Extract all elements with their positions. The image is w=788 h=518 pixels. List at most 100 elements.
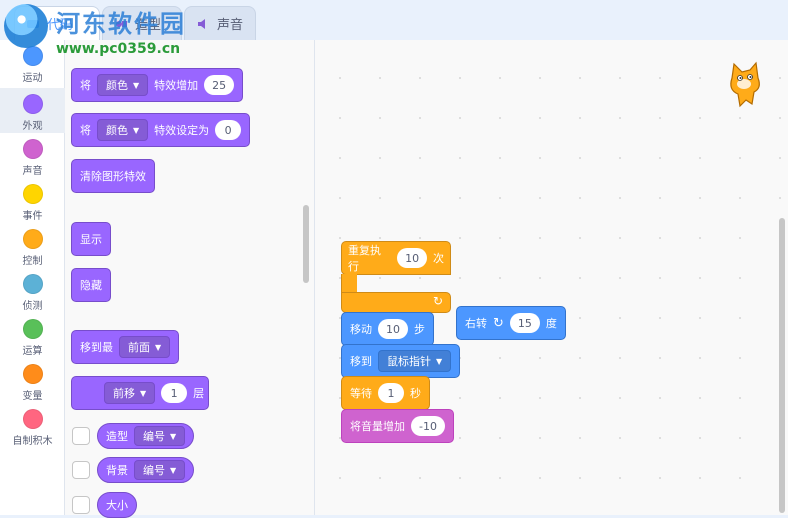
- costume-reporter[interactable]: 造型 编号 ▼: [97, 423, 195, 449]
- loop-arrow-icon: ↻: [432, 294, 443, 308]
- category-looks[interactable]: 外观: [0, 88, 65, 133]
- go-to-layer-block[interactable]: 移到最 前面 ▼: [71, 330, 180, 364]
- block-text: 层: [193, 387, 205, 400]
- reporter-text: 大小: [106, 499, 128, 512]
- block-text: 秒: [410, 387, 421, 400]
- go-layers-block[interactable]: 前移 ▼ 1 层: [71, 376, 209, 410]
- effect-dropdown[interactable]: 颜色 ▼: [97, 119, 149, 141]
- watermark-logo-icon: [4, 4, 48, 48]
- looks-color-icon: [22, 94, 43, 114]
- backdrop-option-dropdown[interactable]: 编号 ▼: [134, 460, 186, 480]
- block-text: 特效增加: [154, 79, 199, 92]
- backdrop-reporter[interactable]: 背景 编号 ▼: [97, 457, 195, 483]
- category-label: 自制积木: [12, 436, 53, 447]
- reporter-text: 造型: [106, 430, 128, 443]
- repeat-count-input[interactable]: 10: [397, 248, 427, 268]
- seconds-input[interactable]: 1: [378, 383, 404, 403]
- variables-color-icon: [22, 364, 43, 384]
- workspace-scrollbar[interactable]: [779, 218, 785, 513]
- number-input[interactable]: 25: [204, 75, 235, 95]
- caret-down-icon: ▼: [436, 356, 443, 366]
- dropdown-value: 前面: [128, 341, 150, 354]
- go-to-block[interactable]: 移到 鼠标指针 ▼: [341, 344, 461, 378]
- category-label: 运动: [22, 73, 43, 84]
- costume-option-dropdown[interactable]: 编号 ▼: [134, 426, 186, 446]
- block-text: 步: [414, 323, 425, 336]
- watermark-url: www.pc0359.cn: [56, 41, 181, 57]
- number-input[interactable]: 0: [215, 120, 242, 140]
- layer-direction-dropdown[interactable]: 前移 ▼: [104, 382, 156, 404]
- turn-right-block[interactable]: 右转 ↻ 15 度: [456, 306, 566, 340]
- caret-down-icon: ▼: [170, 465, 177, 475]
- layer-dropdown[interactable]: 前面 ▼: [119, 336, 171, 358]
- operators-color-icon: [22, 319, 43, 339]
- category-control[interactable]: 控制: [0, 223, 65, 268]
- category-events[interactable]: 事件: [0, 178, 65, 223]
- costume-monitor-checkbox[interactable]: [72, 427, 90, 445]
- size-monitor-checkbox[interactable]: [72, 496, 90, 514]
- sensing-color-icon: [22, 274, 43, 294]
- caret-down-icon: ▼: [170, 431, 177, 441]
- block-text: 等待: [350, 387, 372, 400]
- category-label: 侦测: [22, 301, 43, 312]
- category-label: 外观: [22, 121, 43, 132]
- events-color-icon: [22, 184, 43, 204]
- degrees-input[interactable]: 15: [509, 313, 540, 333]
- block-text: 显示: [80, 233, 102, 246]
- hide-block[interactable]: 隐藏: [71, 268, 111, 302]
- caret-down-icon: ▼: [133, 125, 140, 135]
- repeat-block-header[interactable]: 重复执行 10 次: [341, 241, 451, 275]
- repeat-block[interactable]: 重复执行 10 次 ↻: [341, 241, 451, 313]
- my-blocks-color-icon: [22, 409, 43, 429]
- block-text: 移动: [350, 323, 372, 336]
- category-my-blocks[interactable]: 自制积木: [0, 403, 65, 448]
- sound-color-icon: [22, 139, 43, 159]
- repeat-block-arm: [341, 274, 357, 294]
- wait-block[interactable]: 等待 1 秒: [341, 376, 430, 410]
- dropdown-value: 颜色: [106, 79, 128, 92]
- palette-scrollbar[interactable]: [303, 205, 309, 283]
- sound-icon: [195, 16, 211, 32]
- block-text: 移到最: [80, 341, 113, 354]
- block-text: 重复执行: [348, 244, 381, 273]
- steps-input[interactable]: 10: [378, 319, 408, 339]
- sprite-cat-icon: [722, 60, 770, 110]
- backdrop-monitor-checkbox[interactable]: [72, 461, 90, 479]
- category-variables[interactable]: 变量: [0, 358, 65, 403]
- category-label: 运算: [22, 346, 43, 357]
- size-reporter[interactable]: 大小: [97, 492, 137, 518]
- control-color-icon: [22, 229, 43, 249]
- category-operators[interactable]: 运算: [0, 313, 65, 358]
- category-sound[interactable]: 声音: [0, 133, 65, 178]
- number-input[interactable]: 1: [161, 383, 188, 403]
- category-label: 控制: [22, 256, 43, 267]
- show-block[interactable]: 显示: [71, 222, 111, 256]
- rotate-clockwise-icon: ↻: [493, 315, 504, 331]
- clear-effects-block[interactable]: 清除图形特效: [71, 159, 155, 193]
- block-text: 将: [80, 124, 91, 137]
- change-volume-block[interactable]: 将音量增加 -10: [341, 409, 454, 443]
- category-label: 变量: [22, 391, 43, 402]
- tab-sounds[interactable]: 声音: [184, 6, 256, 40]
- watermark-title: 河东软件园: [56, 10, 186, 38]
- block-text: 特效设定为: [154, 124, 210, 137]
- change-effect-block[interactable]: 将 颜色 ▼ 特效增加 25: [71, 68, 244, 102]
- category-label: 事件: [22, 211, 43, 222]
- block-categories: 运动 外观 声音 事件 控制 侦测 运算 变量 自制积木: [0, 40, 65, 515]
- dropdown-value: 前移: [113, 387, 135, 400]
- dropdown-value: 鼠标指针: [387, 355, 431, 368]
- set-effect-block[interactable]: 将 颜色 ▼ 特效设定为 0: [71, 113, 251, 147]
- block-text: 次: [433, 252, 444, 265]
- effect-dropdown[interactable]: 颜色 ▼: [97, 74, 149, 96]
- block-text: 将: [80, 79, 91, 92]
- category-label: 声音: [22, 166, 43, 177]
- caret-down-icon: ▼: [155, 342, 162, 352]
- block-text: 右转: [465, 317, 487, 330]
- move-steps-block[interactable]: 移动 10 步: [341, 312, 434, 346]
- block-text: 将音量增加: [350, 420, 405, 433]
- target-dropdown[interactable]: 鼠标指针 ▼: [378, 350, 452, 372]
- block-text: 清除图形特效: [80, 170, 146, 183]
- volume-input[interactable]: -10: [411, 416, 445, 436]
- category-sensing[interactable]: 侦测: [0, 268, 65, 313]
- reporter-text: 背景: [106, 464, 128, 477]
